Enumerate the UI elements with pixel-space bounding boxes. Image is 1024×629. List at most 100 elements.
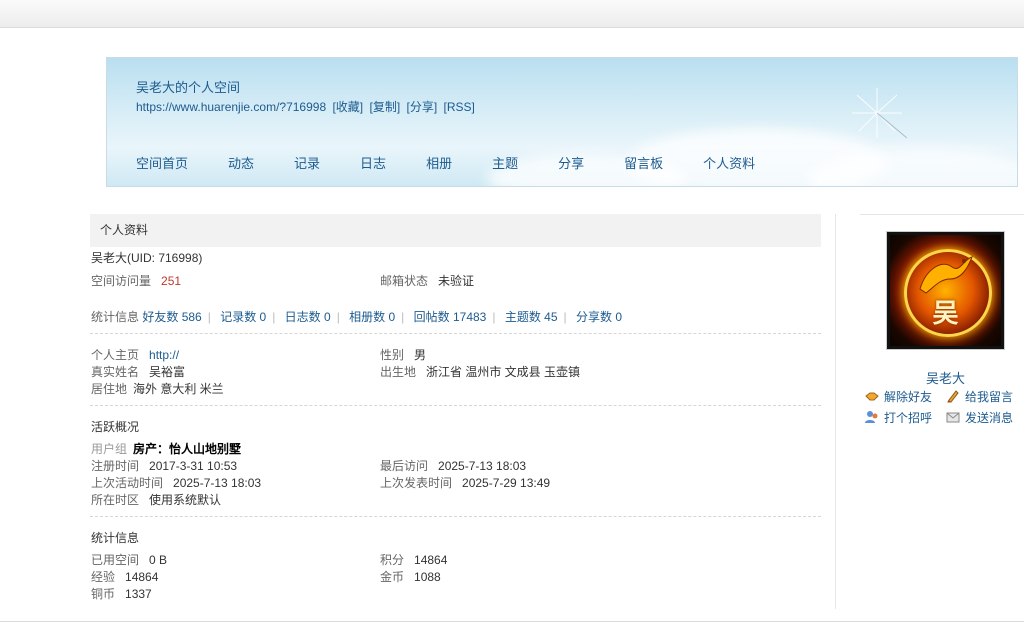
gender-value: 男 [414,348,427,362]
gold-row: 金币 1088 [380,568,441,585]
top-toolbar [0,0,1024,28]
lastactive-label: 上次活动时间 [91,476,164,490]
stat-blogs[interactable]: 日志数 0 [285,310,331,324]
space-row: 已用空间 0 B [91,551,167,568]
gold-value: 1088 [414,570,441,584]
timezone-value: 使用系统默认 [149,493,222,507]
email-label: 邮箱状态 [380,274,429,288]
realname-value: 吴裕富 [149,365,186,379]
handshake-icon [865,392,879,401]
leave-message-label: 给我留言 [965,390,1014,404]
copy-link[interactable]: [复制] [369,100,400,114]
realname-row: 真实姓名 吴裕富 [91,363,185,380]
space-title[interactable]: 吴老大的个人空间 [136,77,240,96]
column-divider [835,214,836,609]
greet-button[interactable]: 打个招呼 [865,409,932,426]
space-label: 已用空间 [91,553,140,567]
avatar-image: 吴 [890,235,1001,346]
nav-shares[interactable]: 分享 [558,153,584,172]
gender-label: 性别 [380,348,405,362]
homepage-link[interactable]: http:// [149,348,179,362]
send-message-label: 发送消息 [965,411,1014,425]
pencil-icon [947,390,959,403]
section-header: 个人资料 [90,214,821,247]
visits-label: 空间访问量 [91,274,152,288]
space-nav: 空间首页 动态 记录 日志 相册 主题 分享 留言板 个人资料 [136,153,795,172]
stat-threads[interactable]: 主题数 45 [505,310,558,324]
birthplace-label: 出生地 [380,365,417,379]
lastpost-value: 2025-7-29 13:49 [462,476,551,490]
space-banner: 吴老大的个人空间 https://www.huarenjie.com/?7169… [106,57,1018,187]
email-value: 未验证 [438,274,475,288]
usergroup-label: 用户组 [91,442,128,456]
space-value: 0 B [149,553,168,567]
unfriend-button[interactable]: 解除好友 [865,388,932,405]
gender-row: 性别男 [380,346,426,363]
lastactive-row: 上次活动时间 2025-7-13 18:03 [91,474,261,491]
favorite-link[interactable]: [收藏] [332,100,363,114]
dandelion-icon [852,88,907,139]
gold-label: 金币 [380,570,405,584]
lastvisit-label: 最后访问 [380,459,429,473]
nav-guestbook[interactable]: 留言板 [624,153,663,172]
nav-home[interactable]: 空间首页 [136,153,188,172]
lastvisit-value: 2025-7-13 18:03 [438,459,527,473]
residence-value: 海外 意大利 米兰 [133,382,224,396]
residence-row: 居住地 海外 意大利 米兰 [91,380,224,397]
share-link[interactable]: [分享] [407,100,438,114]
email-row: 邮箱状态 未验证 [380,272,474,289]
points-value: 14864 [414,553,448,567]
stat-records[interactable]: 记录数 0 [220,310,266,324]
exp-label: 经验 [91,570,116,584]
rss-link[interactable]: [RSS] [444,100,475,114]
nav-blog[interactable]: 日志 [360,153,386,172]
copper-row: 铜币 1337 [91,585,152,602]
homepage-label: 个人主页 [91,348,140,362]
divider [90,333,821,334]
sidebar-username[interactable]: 吴老大 [886,368,1005,387]
lastpost-label: 上次发表时间 [380,476,453,490]
space-url[interactable]: https://www.huarenjie.com/?716998 [136,100,326,114]
avatar-char: 吴 [932,299,959,329]
nav-album[interactable]: 相册 [426,153,452,172]
exp-row: 经验 14864 [91,568,158,585]
reg-value: 2017-3-31 10:53 [149,459,238,473]
homepage-row: 个人主页 http:// [91,346,179,363]
timezone-row: 所在时区 使用系统默认 [91,491,221,508]
visits-value: 251 [161,274,182,288]
stats-label: 统计信息 [91,310,140,324]
name-uid: 吴老大(UID: 716998) [91,251,203,265]
unfriend-label: 解除好友 [884,390,933,404]
usergroup-value[interactable]: 房产：怡人山地别墅 [133,442,241,456]
space-url-line: https://www.huarenjie.com/?716998 [收藏] [… [136,98,478,115]
stat-shares[interactable]: 分享数 0 [576,310,622,324]
nav-feed[interactable]: 动态 [228,153,254,172]
birthplace-row: 出生地 浙江省 温州市 文成县 玉壶镇 [380,363,580,380]
nav-records[interactable]: 记录 [294,153,320,172]
copper-label: 铜币 [91,587,116,601]
nav-threads[interactable]: 主题 [492,153,518,172]
stats-row: 统计信息 好友数 586 | 记录数 0 | 日志数 0 | 相册数 0 | 回帖数 1… [91,310,622,324]
send-message-button[interactable]: 发送消息 [946,409,1013,426]
points-row: 积分 14864 [380,551,447,568]
lastvisit-row: 最后访问 2025-7-13 18:03 [380,457,526,474]
divider [90,516,821,517]
profile-section: 个人资料 [90,214,821,247]
points-label: 积分 [380,553,405,567]
reg-label: 注册时间 [91,459,140,473]
envelope-icon [946,412,960,423]
avatar[interactable]: 吴 [886,231,1005,350]
leave-message-button[interactable]: 给我留言 [946,388,1013,405]
dragon-icon [919,256,973,294]
stat-replies[interactable]: 回帖数 17483 [414,310,487,324]
reg-row: 注册时间 2017-3-31 10:53 [91,457,237,474]
stat-friends[interactable]: 好友数 586 [142,310,201,324]
realname-label: 真实姓名 [91,365,140,379]
exp-value: 14864 [125,570,159,584]
lastactive-value: 2025-7-13 18:03 [173,476,262,490]
activity-title: 活跃概况 [91,420,140,434]
residence-label: 居住地 [91,382,128,396]
stat-albums[interactable]: 相册数 0 [349,310,395,324]
nav-profile[interactable]: 个人资料 [703,153,755,172]
users-icon [865,411,878,423]
